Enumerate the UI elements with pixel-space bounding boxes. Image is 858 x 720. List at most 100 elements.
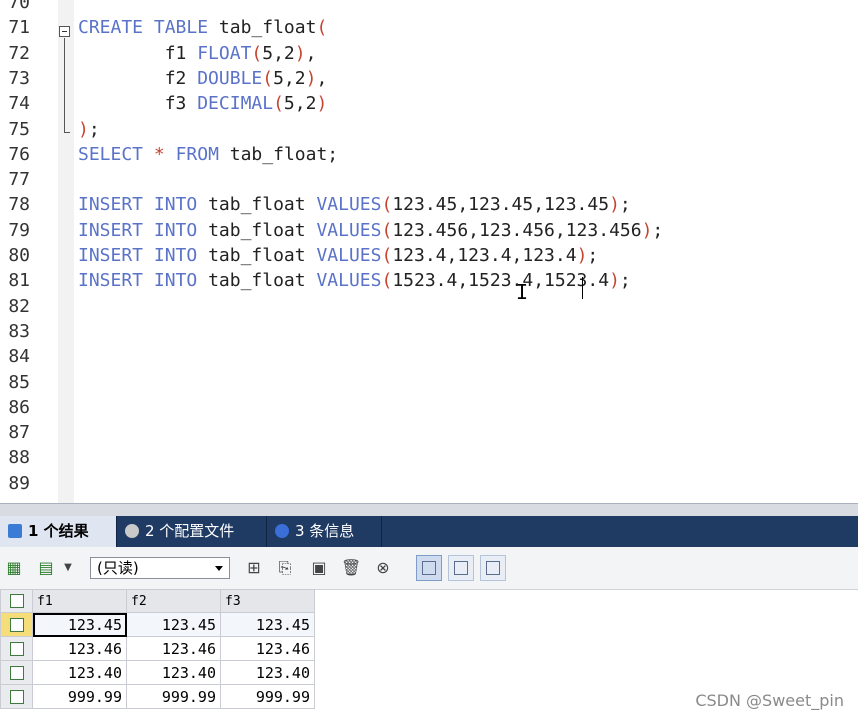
sql-editor[interactable]: 70 71 CREATE TABLE tab_float(72 f1 FLOAT(5… [0, 0, 858, 503]
import-icon[interactable]: ▤ [36, 558, 56, 578]
row-select-checkbox[interactable] [0, 660, 33, 685]
table-cell[interactable]: 123.45 [32, 612, 127, 637]
text-view-button[interactable] [480, 555, 506, 581]
delete-icon[interactable]: 🗑 [341, 558, 361, 578]
save-icon[interactable]: ▣ [309, 558, 329, 578]
insert-row-icon[interactable]: ⊞ [244, 558, 264, 578]
chevron-down-icon[interactable]: ▼ [58, 558, 78, 578]
cancel-changes-icon[interactable]: ⊗ [373, 558, 393, 578]
line-number: 85 [8, 371, 30, 393]
tab-profiles[interactable]: 2 个配置文件 [117, 516, 267, 547]
code-line[interactable]: 84 [0, 344, 858, 369]
code-line[interactable]: 80 INSERT INTO tab_float VALUES(123.4,123… [0, 243, 858, 268]
sql-token: ; [587, 245, 599, 266]
code-line[interactable]: 72 f1 FLOAT(5,2), [0, 41, 858, 66]
table-cell[interactable]: 123.46 [220, 636, 315, 661]
sql-token: 1523.4,1523.4,1523.4 [392, 270, 610, 292]
sql-punctuation: ) [78, 118, 89, 140]
line-number: 83 [8, 320, 30, 342]
watermark: CSDN @Sweet_pin [695, 691, 844, 710]
column-header-f1[interactable]: f1 [32, 589, 127, 613]
code-line[interactable]: 73 f2 DOUBLE(5,2), [0, 66, 858, 91]
code-text: CREATE TABLE tab_float( [78, 15, 327, 40]
row-select-checkbox[interactable] [0, 636, 33, 661]
sql-keyword: VALUES [316, 219, 382, 241]
result-grid: f1 f2 f3 123.45 123.45 123.45 123.46 123… [0, 589, 315, 709]
table-row[interactable]: 123.45 123.45 123.45 [0, 612, 315, 637]
code-line[interactable]: 79 INSERT INTO tab_float VALUES(123.456,1… [0, 218, 858, 243]
sql-keyword: INTO [153, 245, 198, 266]
grid-view-icon [422, 561, 436, 575]
table-cell[interactable]: 999.99 [32, 684, 127, 709]
sql-token: 5,2 [283, 93, 317, 115]
row-select-checkbox[interactable] [0, 684, 33, 709]
tab-messages[interactable]: 3 条信息 [267, 516, 382, 547]
code-text: f1 FLOAT(5,2), [78, 41, 317, 66]
tab-label: 2 个配置文件 [145, 522, 235, 540]
code-line[interactable]: 89 [0, 471, 858, 496]
table-row[interactable]: 123.46 123.46 123.46 [0, 636, 315, 661]
sql-punctuation: ) [294, 42, 306, 64]
code-line[interactable]: 74 f3 DECIMAL(5,2) [0, 91, 858, 116]
info-icon [275, 524, 289, 538]
line-number: 80 [8, 245, 30, 266]
sql-keyword: INSERT [78, 245, 144, 266]
code-text: f3 DECIMAL(5,2) [78, 91, 328, 116]
export-icon[interactable]: ▦ [4, 558, 24, 578]
table-cell[interactable]: 123.45 [126, 612, 221, 637]
checkbox-icon [9, 618, 24, 632]
code-line[interactable]: 86 [0, 395, 858, 420]
table-cell[interactable]: 999.99 [126, 684, 221, 709]
mode-select[interactable]: (只读) [90, 557, 230, 579]
code-line[interactable]: 83 [0, 319, 858, 344]
table-cell[interactable]: 999.99 [220, 684, 315, 709]
code-line[interactable]: 76 SELECT * FROM tab_float; [0, 142, 858, 167]
splitter[interactable] [0, 503, 858, 516]
code-line[interactable]: 81 INSERT INTO tab_float VALUES(1523.4,15… [0, 268, 858, 293]
sql-token: 123.45,123.45,123.45 [392, 194, 610, 216]
form-view-button[interactable] [448, 555, 474, 581]
code-line[interactable]: 75); [0, 117, 858, 142]
line-number: 76 [8, 143, 30, 165]
code-line[interactable]: 85 [0, 370, 858, 395]
text-view-icon [486, 561, 500, 575]
code-line[interactable]: 87 [0, 420, 858, 445]
code-line[interactable]: 88 [0, 445, 858, 470]
column-header-f3[interactable]: f3 [220, 589, 315, 613]
line-number: 74 [8, 93, 30, 115]
code-text: SELECT * FROM tab_float; [78, 142, 338, 167]
code-line[interactable]: 71 CREATE TABLE tab_float( [0, 15, 858, 40]
code-line[interactable]: 70 [0, 0, 858, 15]
sql-keyword: FROM [175, 143, 219, 165]
sql-keyword: SELECT [78, 143, 144, 165]
table-row[interactable]: 123.40 123.40 123.40 [0, 660, 315, 685]
sql-token: tab_float; [218, 143, 339, 165]
table-cell[interactable]: 123.45 [220, 612, 315, 637]
mode-select-value: (只读) [97, 559, 139, 577]
table-cell[interactable]: 123.40 [32, 660, 127, 685]
line-number: 87 [8, 422, 30, 444]
table-cell[interactable]: 123.46 [32, 636, 127, 661]
sql-keyword: INTO [153, 219, 198, 241]
sql-token: tab_float [197, 219, 317, 241]
table-cell[interactable]: 123.46 [126, 636, 221, 661]
sql-keyword: DECIMAL [197, 93, 274, 115]
sql-punctuation: ( [381, 219, 393, 241]
code-line[interactable]: 78 INSERT INTO tab_float VALUES(123.45,12… [0, 192, 858, 217]
grid-view-button[interactable] [416, 555, 442, 581]
code-text: INSERT INTO tab_float VALUES(123.4,123.4… [78, 243, 598, 268]
tab-results[interactable]: 1 个结果 [0, 516, 117, 547]
row-select-checkbox[interactable] [0, 612, 33, 637]
code-line[interactable]: 77 [0, 167, 858, 192]
duplicate-row-icon[interactable]: ⎘ [275, 558, 295, 578]
code-line[interactable]: 82 [0, 294, 858, 319]
table-cell[interactable]: 123.40 [126, 660, 221, 685]
sql-punctuation: ( [262, 67, 274, 89]
column-header-f2[interactable]: f2 [126, 589, 221, 613]
table-cell[interactable]: 123.40 [220, 660, 315, 685]
select-all-checkbox[interactable] [0, 589, 33, 613]
table-row[interactable]: 999.99 999.99 999.99 [0, 684, 315, 709]
